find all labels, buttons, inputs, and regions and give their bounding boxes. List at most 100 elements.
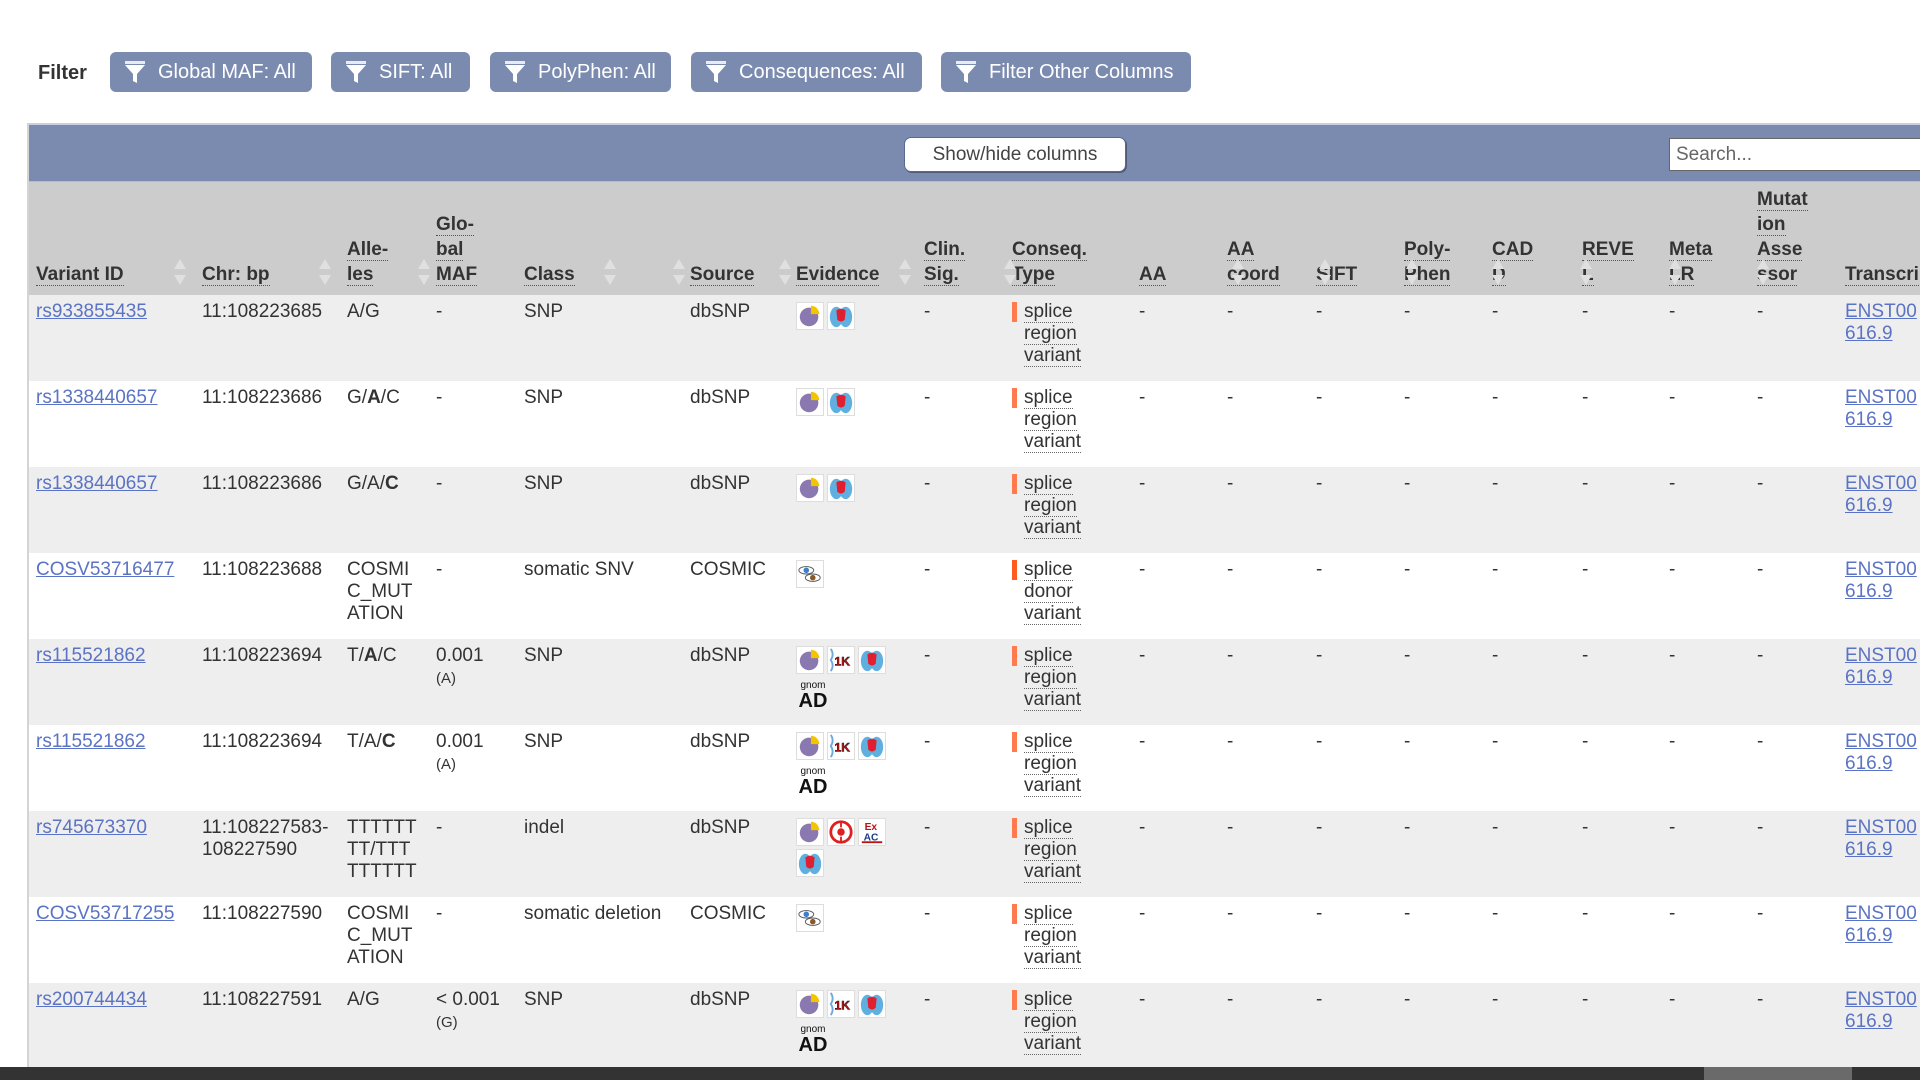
hapmap-icon[interactable] [827,388,855,416]
transcript-link[interactable]: ENST00 616.9 [1845,731,1917,775]
transcript-link[interactable]: ENST00 616.9 [1845,559,1917,603]
header-label-line: Chr: bp [202,262,270,287]
aa-coord-cell: - [1227,645,1234,666]
transcript-link[interactable]: ENST00 616.9 [1845,473,1917,517]
column-header-source[interactable]: Source [690,262,755,287]
column-header-variant-id[interactable]: Variant ID [36,262,124,287]
alleles-cell: A/G [347,989,425,1011]
sift-cell: - [1316,731,1323,752]
source-cell: dbSNP [690,473,751,494]
hapmap-icon[interactable] [858,990,886,1018]
sort-arrows-icon[interactable] [319,259,331,285]
sort-arrows-icon[interactable] [418,259,430,285]
aa-cell: - [1139,903,1146,924]
cited-icon[interactable] [796,560,824,588]
frequency-data-icon[interactable] [796,990,824,1018]
1000-genomes-icon[interactable]: 1K [827,732,855,760]
global-maf-allele: (A) [436,670,456,687]
transcript-link[interactable]: ENST00 616.9 [1845,817,1917,861]
column-header-global-maf[interactable]: Glo-bal MAF [436,212,478,287]
frequency-data-icon[interactable] [796,646,824,674]
cited-icon[interactable] [796,904,824,932]
sort-arrows-icon[interactable] [174,259,186,285]
filter-button-global-maf-all[interactable]: Global MAF: All [110,52,312,92]
filter-button-polyphen-all[interactable]: PolyPhen: All [490,52,671,92]
column-header-label: Glo-bal MAF [436,212,478,287]
variant-id-link[interactable]: rs200744434 [36,989,147,1011]
show-hide-columns-button[interactable]: Show/hide columns [904,137,1126,172]
frequency-data-icon[interactable] [796,474,824,502]
horizontal-scrollbar-track[interactable] [0,1067,1920,1080]
chr-bp-text: 11:108223685 [202,301,323,322]
header-label-text: Transcri [1845,264,1919,286]
variant-id-link[interactable]: rs745673370 [36,817,147,839]
exac-icon[interactable]: Ex AC [858,818,886,846]
variant-id-link[interactable]: rs115521862 [36,645,146,667]
gnomad-icon[interactable]: gnom AD [796,679,830,713]
column-header-clin-sig[interactable]: Clin. Sig. [924,237,966,287]
sort-arrows-icon[interactable] [1004,259,1016,285]
hapmap-icon[interactable] [858,646,886,674]
column-header-transcript[interactable]: Transcri [1845,262,1919,287]
table-row: rs745673370 11:108227583- 108227590 TTTTTT … [29,811,1920,897]
column-header-conseq-type[interactable]: Conseq. Type [1012,237,1087,287]
horizontal-scrollbar-thumb[interactable] [1704,1067,1852,1080]
topmed-icon[interactable] [827,818,855,846]
frequency-data-icon[interactable] [796,302,824,330]
column-header-aa[interactable]: AA [1139,262,1167,287]
variant-id-link[interactable]: rs933855435 [36,301,147,323]
transcript-link[interactable]: ENST00 616.9 [1845,645,1917,689]
sort-arrows-icon[interactable] [1669,259,1681,285]
column-header-chr-bp[interactable]: Chr: bp [202,262,270,287]
1000-genomes-icon[interactable]: 1K [827,990,855,1018]
consequence-type-cell: splice region variant [1012,645,1082,711]
frequency-data-icon[interactable] [796,388,824,416]
sift-cell: - [1316,903,1323,924]
transcript-link[interactable]: ENST00 616.9 [1845,989,1917,1033]
column-header-class[interactable]: Class [524,262,575,287]
filter-button-filter-other-columns[interactable]: Filter Other Columns [941,52,1191,92]
sort-arrows-icon[interactable] [779,259,791,285]
consequence-word: splice [1024,989,1073,1011]
transcript-link[interactable]: ENST00 616.9 [1845,903,1917,947]
variant-id-link[interactable]: rs115521862 [36,731,146,753]
filter-button-label: Global MAF: All [158,60,296,83]
sort-arrows-icon[interactable] [1757,259,1769,285]
hapmap-icon[interactable] [827,474,855,502]
variant-id-link[interactable]: COSV53717255 [36,903,174,925]
frequency-data-icon[interactable] [796,732,824,760]
sort-arrows-icon[interactable] [604,259,616,285]
table-search-input[interactable] [1669,138,1920,171]
sort-arrows-icon[interactable] [1406,259,1418,285]
transcript-text: ENST00 [1845,387,1917,408]
sort-arrows-icon[interactable] [1580,259,1592,285]
consequence-word: variant [1024,517,1082,539]
transcript-text: 616.9 [1845,839,1893,860]
sort-arrows-icon[interactable] [899,259,911,285]
transcript-link[interactable]: ENST00 616.9 [1845,301,1917,345]
frequency-data-icon[interactable] [796,818,824,846]
sort-arrows-icon[interactable] [1319,259,1331,285]
variant-id-link[interactable]: rs1338440657 [36,387,158,409]
variant-id-link[interactable]: rs1338440657 [36,473,158,495]
column-header-evidence[interactable]: Evidence [796,262,880,287]
transcript-text: 616.9 [1845,925,1893,946]
gnomad-icon[interactable]: gnom AD [796,1023,830,1057]
consequence-word: splice [1024,817,1073,839]
filter-button-sift-all[interactable]: SIFT: All [331,52,470,92]
filter-button-consequences-all[interactable]: Consequences: All [691,52,922,92]
gnomad-icon[interactable]: gnom AD [796,765,830,799]
hapmap-icon[interactable] [796,849,824,877]
transcript-link[interactable]: ENST00 616.9 [1845,387,1917,431]
sort-arrows-icon[interactable] [673,259,685,285]
header-label-text: Source [690,264,755,286]
sort-arrows-icon[interactable] [1492,259,1504,285]
chr-bp-text: 11:108227591 [202,989,323,1010]
1000-genomes-icon[interactable]: 1K [827,646,855,674]
hapmap-icon[interactable] [858,732,886,760]
aa-cell: - [1139,989,1146,1010]
hapmap-icon[interactable] [827,302,855,330]
sort-arrows-icon[interactable] [1232,259,1244,285]
column-header-alleles[interactable]: Alle-les [347,237,389,287]
variant-id-link[interactable]: COSV53716477 [36,559,174,581]
